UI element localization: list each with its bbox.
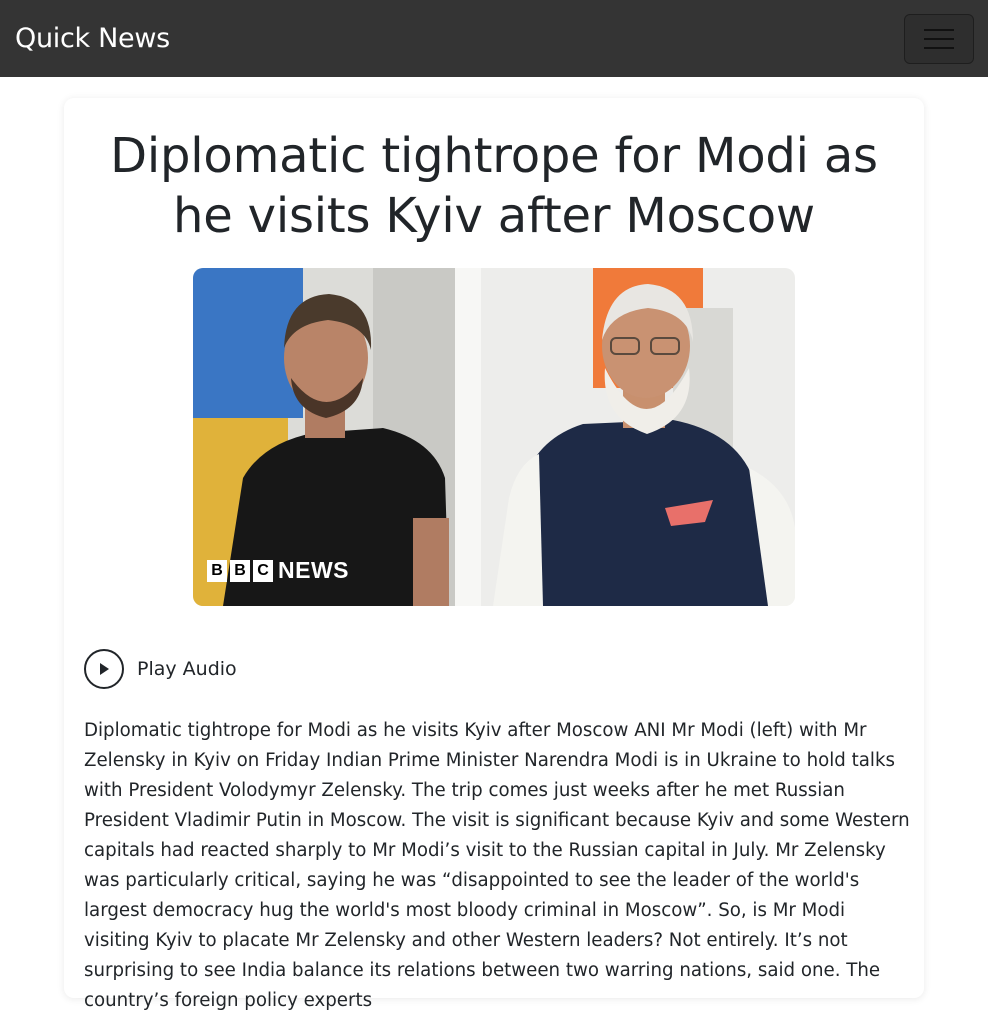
watermark-word: NEWS bbox=[278, 557, 349, 583]
navbar-toggle-button[interactable] bbox=[904, 13, 974, 64]
article-body: Diplomatic tightrope for Modi as he visi… bbox=[84, 720, 910, 1011]
top-navbar: Quick News bbox=[0, 0, 988, 77]
play-audio-control[interactable]: Play Audio bbox=[84, 649, 237, 689]
bbc-news-watermark: B B C NEWS bbox=[207, 557, 349, 584]
hamburger-menu-icon-bar bbox=[924, 37, 954, 40]
hamburger-menu-icon-bar bbox=[924, 46, 954, 49]
article-card: Diplomatic tightrope for Modi as he visi… bbox=[64, 98, 924, 1011]
watermark-letter: C bbox=[253, 559, 273, 582]
watermark-letter: B bbox=[207, 559, 227, 582]
article-headline: Diplomatic tightrope for Modi as he visi… bbox=[110, 128, 878, 244]
play-audio-label[interactable]: Play Audio bbox=[137, 658, 237, 680]
article-image: B B C NEWS bbox=[193, 268, 795, 606]
hamburger-menu-icon bbox=[924, 28, 954, 31]
watermark-letter: B bbox=[230, 559, 250, 582]
brand-link[interactable]: Quick News bbox=[15, 23, 170, 54]
play-circle-icon[interactable] bbox=[84, 649, 124, 689]
